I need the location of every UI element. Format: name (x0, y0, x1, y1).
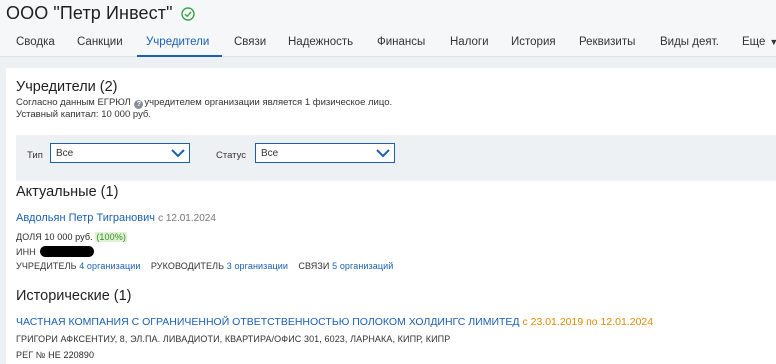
inn-row: ИНН (16, 246, 94, 257)
current-heading: Актуальные (1) (16, 184, 119, 200)
tab-founders[interactable]: Учредители (146, 36, 209, 48)
tab-history[interactable]: История (511, 36, 556, 48)
company-title: ООО "Петр Инвест" (6, 3, 173, 23)
note-prefix: Согласно данным ЕГРЮЛ (16, 97, 131, 108)
reg-value: HE 220890 (48, 350, 95, 360)
tab-requisites[interactable]: Реквизиты (579, 36, 635, 48)
tab-more[interactable]: Еще ▼ (742, 36, 776, 48)
tab-links[interactable]: Связи (234, 36, 266, 48)
historical-address: ГРИГОРИ АФКСЕНТИУ, 8, ЭЛ.ПА. ЛИВАДИОТИ, … (16, 334, 451, 344)
historical-period: с 23.01.2019 по 12.01.2024 (522, 316, 654, 328)
links-orgs-link[interactable]: 5 организаций (332, 261, 393, 271)
chevron-down-icon: ▼ (769, 37, 776, 47)
founder-label: УЧРЕДИТЕЛЬ (16, 261, 77, 271)
active-tab-indicator (137, 55, 222, 57)
relations-row: УЧРЕДИТЕЛЬ 4 организации РУКОВОДИТЕЛЬ 3 … (16, 261, 393, 271)
links-label: СВЯЗИ (298, 261, 330, 271)
head-label: РУКОВОДИТЕЛЬ (150, 261, 225, 271)
tab-summary[interactable]: Сводка (16, 36, 55, 48)
founder-date: с 12.01.2024 (158, 213, 216, 224)
historical-name-link[interactable]: ЧАСТНАЯ КОМПАНИЯ С ОГРАНИЧЕННОЙ ОТВЕТСТВ… (16, 316, 520, 328)
historical-founder-row: ЧАСТНАЯ КОМПАНИЯ С ОГРАНИЧЕННОЙ ОТВЕТСТВ… (16, 316, 653, 328)
title-row: ООО "Петр Инвест" (6, 3, 195, 24)
status-filter-label: Статус (216, 150, 247, 161)
founder-name-link[interactable]: Авдольян Петр Тигранович (16, 212, 155, 224)
note-suffix: учредителем организации является 1 физич… (144, 97, 393, 108)
founders-heading: Учредители (2) (16, 79, 118, 95)
tab-more-label: Еще (742, 36, 766, 48)
tab-reliability[interactable]: Надежность (288, 36, 353, 48)
reg-row: РЕГ № HE 220890 (16, 350, 94, 360)
filter-bar: Тип Все Статус Все (16, 135, 776, 181)
status-select-value: Все (261, 148, 279, 159)
historical-heading: Исторические (1) (16, 288, 132, 304)
share-value: 10 000 руб. (44, 232, 93, 242)
tab-activities[interactable]: Виды деят. (660, 36, 719, 48)
current-founder-row: Авдольян Петр Тигранович с 12.01.2024 (16, 212, 216, 224)
redacted-inn (39, 246, 94, 257)
tab-bar: Сводка Санкции Учредители Связи Надежнос… (0, 31, 776, 57)
share-row: ДОЛЯ 10 000 руб. (100%) (16, 232, 127, 242)
inn-label: ИНН (16, 247, 36, 257)
type-filter-label: Тип (27, 150, 43, 161)
share-percent-badge: (100%) (95, 232, 127, 242)
tab-finance[interactable]: Финансы (377, 36, 425, 48)
type-select-value: Все (56, 148, 74, 159)
share-label: ДОЛЯ (16, 232, 42, 242)
status-select[interactable]: Все (255, 143, 395, 163)
check-circle-icon (180, 6, 195, 21)
capital-text: Уставный капитал: 10 000 руб. (16, 109, 152, 120)
founders-note: Согласно данным ЕГРЮЛ ? учредителем орган… (16, 97, 392, 109)
company-header: ООО "Петр Инвест" Сводка Санкции Учредит… (0, 0, 776, 57)
tab-taxes[interactable]: Налоги (450, 36, 489, 48)
info-icon[interactable]: ? (134, 100, 144, 109)
founder-orgs-link[interactable]: 4 организации (79, 261, 140, 271)
founders-panel: Учредители (2) Согласно данным ЕГРЮЛ ? уч… (6, 68, 776, 364)
tab-sanctions[interactable]: Санкции (77, 36, 123, 48)
type-select[interactable]: Все (50, 143, 190, 163)
chevron-down-icon (376, 149, 390, 158)
reg-label: РЕГ № (16, 350, 46, 360)
chevron-down-icon (171, 149, 185, 158)
head-orgs-link[interactable]: 3 организации (227, 261, 288, 271)
